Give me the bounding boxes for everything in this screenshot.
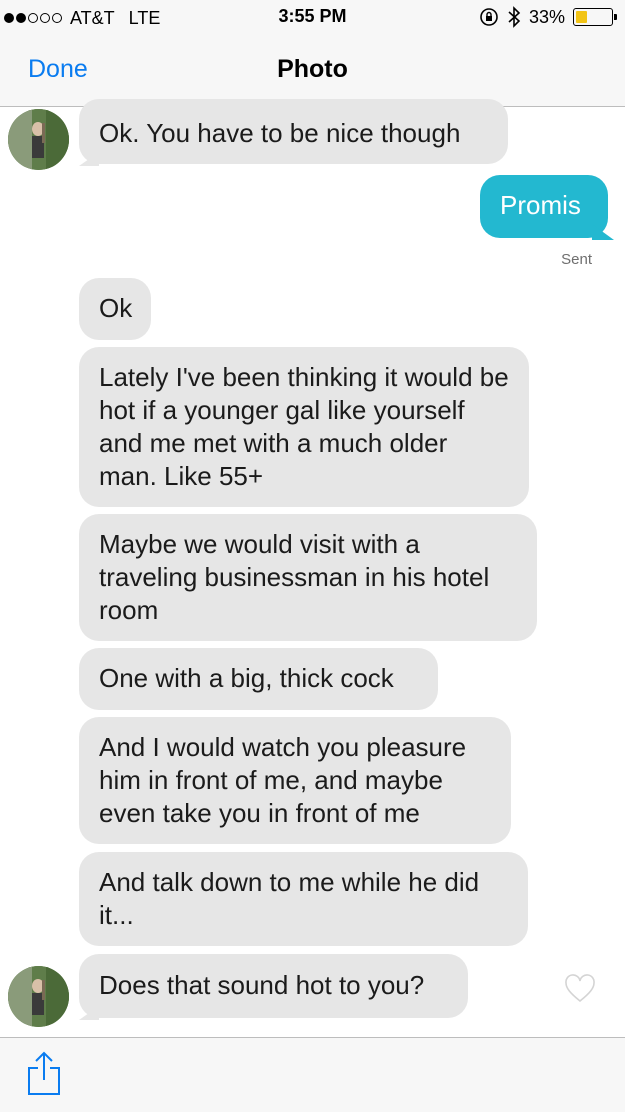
incoming-message: One with a big, thick cock — [79, 648, 438, 710]
incoming-message: And talk down to me while he did it... — [79, 852, 528, 946]
share-icon[interactable] — [26, 1050, 62, 1096]
message-text: And I would watch you pleasure him in fr… — [99, 732, 467, 828]
message-text: Ok — [99, 293, 133, 323]
orientation-lock-icon — [480, 8, 498, 26]
outgoing-message: Promis — [480, 175, 614, 240]
message-thread: Ok. You have to be nice though Promis Se… — [0, 99, 625, 1037]
incoming-message: Lately I've been thinking it would be ho… — [79, 347, 529, 507]
incoming-message: Maybe we would visit with a traveling bu… — [79, 514, 537, 641]
top-bar: AT&T LTE 3:55 PM 33% Done Photo — [0, 0, 625, 107]
message-text: Lately I've been thinking it would be ho… — [99, 362, 509, 491]
battery-fill — [576, 11, 588, 23]
contact-avatar[interactable] — [8, 966, 69, 1027]
incoming-message: And I would watch you pleasure him in fr… — [79, 717, 511, 844]
incoming-message: Ok. You have to be nice though — [79, 99, 508, 166]
battery-percent: 33% — [528, 6, 565, 27]
message-text: And talk down to me while he did it... — [99, 867, 480, 930]
page-title: Photo — [277, 55, 348, 83]
message-text: Ok. You have to be nice though — [99, 118, 461, 148]
message-text: One with a big, thick cock — [99, 663, 394, 693]
battery-icon — [573, 8, 617, 26]
incoming-message: Does that sound hot to you? — [79, 954, 468, 1020]
status-bar-right: 33% — [479, 5, 617, 29]
heart-outline-icon[interactable] — [564, 974, 596, 1004]
message-text: Promis — [500, 190, 581, 220]
message-text: Maybe we would visit with a traveling bu… — [99, 529, 490, 625]
bluetooth-icon — [508, 6, 521, 28]
delivery-receipt: Sent — [561, 251, 592, 268]
bottom-toolbar — [0, 1037, 625, 1112]
contact-avatar[interactable] — [8, 109, 69, 170]
incoming-message: Ok — [79, 278, 151, 340]
message-text: Does that sound hot to you? — [99, 970, 425, 1000]
